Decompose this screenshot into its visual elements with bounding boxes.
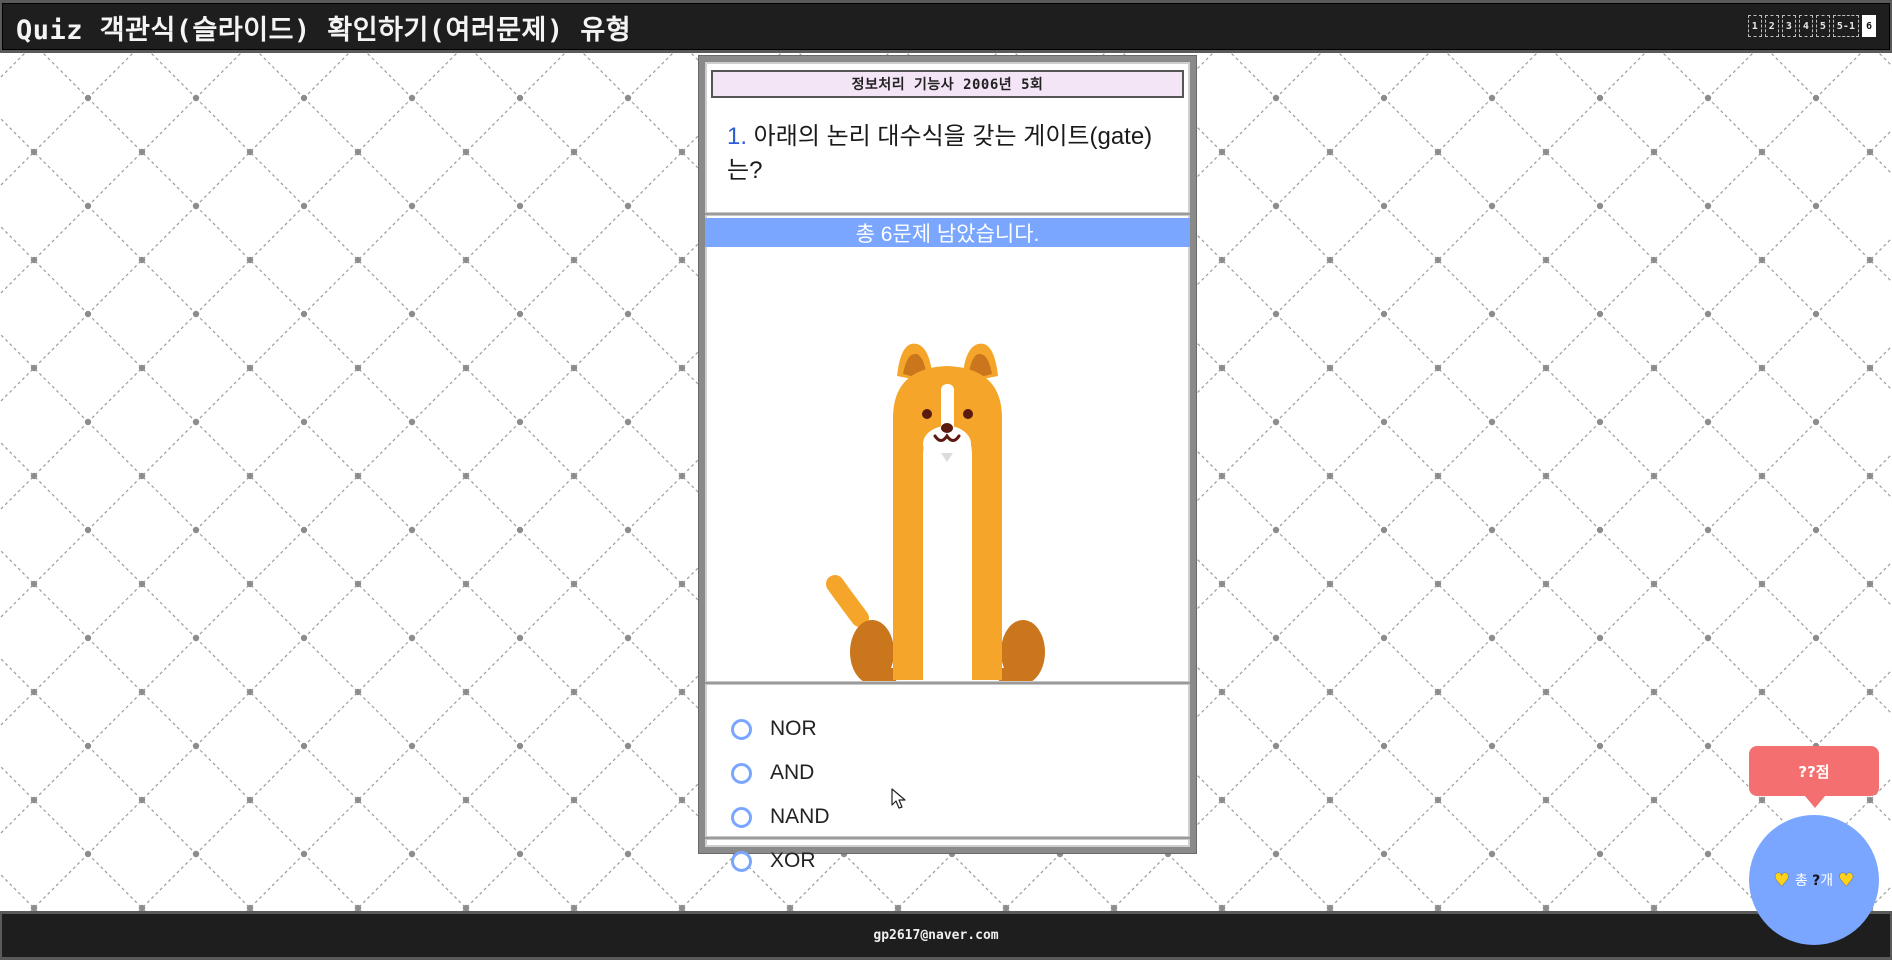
page-nav: 1 2 3 4 5 5-1 6 xyxy=(1747,15,1876,37)
footer-bar: gp2617@naver.com xyxy=(0,911,1892,960)
heart-icon: ♥ xyxy=(1838,869,1855,891)
divider xyxy=(705,681,1190,685)
footer-email[interactable]: gp2617@naver.com xyxy=(873,928,998,943)
dog-mascot-icon xyxy=(705,248,1190,681)
exam-label: 정보처리 기능사 2006년 5회 xyxy=(711,70,1184,98)
page-link-5-1[interactable]: 5-1 xyxy=(1832,15,1859,37)
question-number: 1. xyxy=(727,123,748,150)
top-bar: Quiz 객관식(슬라이드) 확인하기(여러문제) 유형 1 2 3 4 5 5… xyxy=(0,0,1892,53)
option-label: AND xyxy=(770,761,815,784)
radio-circle-icon[interactable] xyxy=(731,762,752,784)
total-count-label: 총 ?개 xyxy=(1794,873,1834,889)
option-label: NAND xyxy=(770,805,830,828)
page-link-5[interactable]: 5 xyxy=(1815,15,1830,37)
page-link-4[interactable]: 4 xyxy=(1798,15,1813,37)
quiz-card: 정보처리 기능사 2006년 5회 1. 아래의 논리 대수식을 갖는 게이트(… xyxy=(699,56,1196,872)
page-link-1[interactable]: 1 xyxy=(1747,15,1762,37)
score-bubble: ??점 xyxy=(1749,746,1879,808)
mouse-cursor-icon xyxy=(891,788,906,809)
question-text: 아래의 논리 대수식을 갖는 게이트(gate)는? xyxy=(727,123,1153,184)
remaining-count-bar: 총 6문제 남았습니다. xyxy=(705,218,1190,247)
option-2[interactable]: AND xyxy=(731,757,814,789)
radio-circle-icon[interactable] xyxy=(731,806,752,828)
option-3[interactable]: NAND xyxy=(731,801,830,833)
total-count-button[interactable]: ♥ 총 ?개 ♥ xyxy=(1749,815,1879,945)
divider xyxy=(705,836,1190,840)
option-label: XOR xyxy=(770,849,816,872)
page-link-3[interactable]: 3 xyxy=(1781,15,1796,37)
divider xyxy=(705,212,1190,216)
option-label: NOR xyxy=(770,717,817,740)
page-link-6[interactable]: 6 xyxy=(1861,15,1876,37)
radio-circle-icon[interactable] xyxy=(731,850,752,872)
option-4[interactable]: XOR xyxy=(731,845,816,877)
heart-icon: ♥ xyxy=(1773,869,1790,891)
page-link-2[interactable]: 2 xyxy=(1764,15,1779,37)
app-title: Quiz 객관식(슬라이드) 확인하기(여러문제) 유형 xyxy=(16,15,632,46)
question-text-block: 1. 아래의 논리 대수식을 갖는 게이트(gate)는? xyxy=(727,120,1167,188)
radio-circle-icon[interactable] xyxy=(731,718,752,740)
option-1[interactable]: NOR xyxy=(731,713,817,745)
